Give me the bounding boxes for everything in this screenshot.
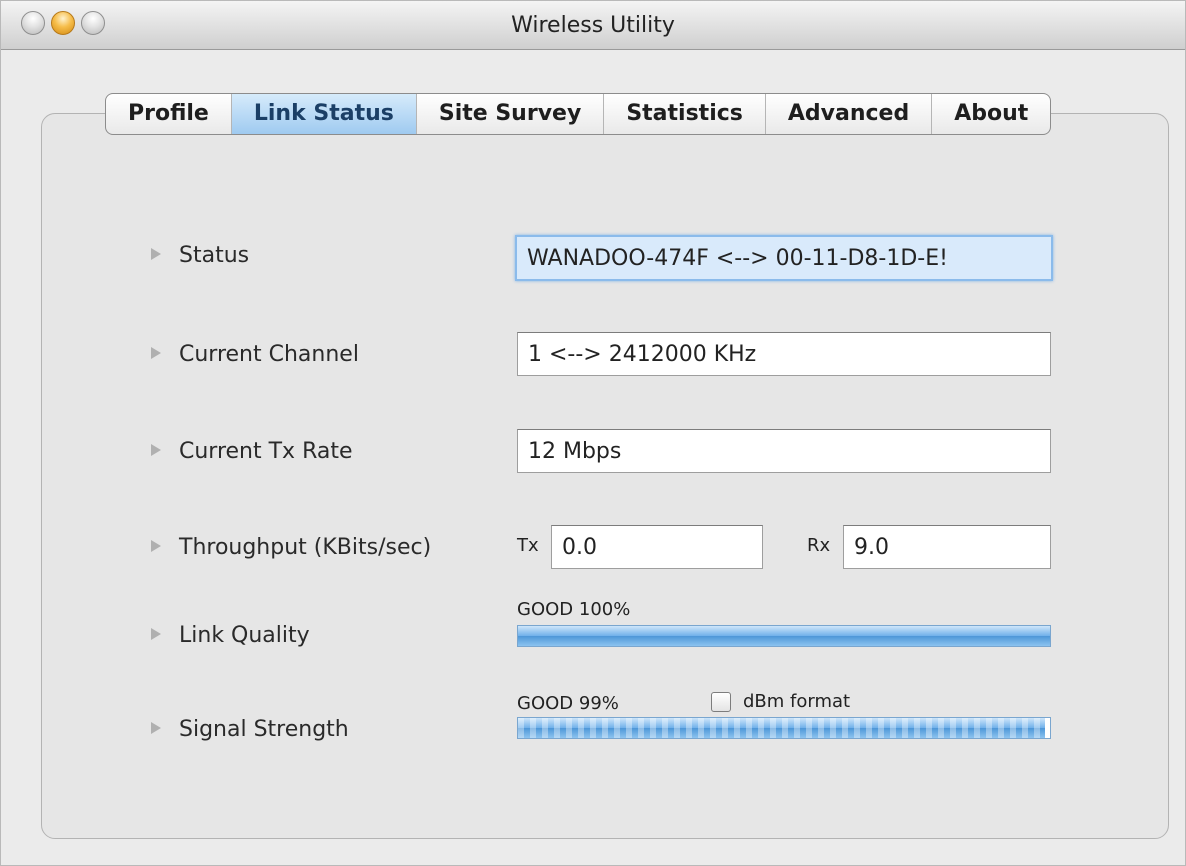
- dbm-format-checkbox[interactable]: [711, 692, 731, 712]
- link-quality-row-label: Link Quality: [151, 623, 310, 648]
- status-label: Status: [179, 243, 250, 268]
- tab-site-survey[interactable]: Site Survey: [417, 94, 605, 134]
- link-quality-bar-fill: [518, 626, 1050, 646]
- rx-label: Rx: [807, 535, 831, 556]
- disclosure-triangle-icon: [151, 347, 161, 359]
- disclosure-triangle-icon: [151, 248, 161, 260]
- wireless-utility-window: Wireless Utility Profile Link Status Sit…: [0, 0, 1186, 866]
- signal-strength-label: Signal Strength: [179, 717, 349, 742]
- disclosure-triangle-icon: [151, 444, 161, 456]
- link-quality-bar: [517, 625, 1051, 647]
- signal-strength-bar: [517, 717, 1051, 739]
- tx-rate-row-label: Current Tx Rate: [151, 439, 353, 464]
- channel-field[interactable]: 1 <--> 2412000 KHz: [517, 332, 1051, 376]
- disclosure-triangle-icon: [151, 628, 161, 640]
- throughput-label: Throughput (KBits/sec): [179, 535, 432, 560]
- rx-throughput-field[interactable]: 9.0: [843, 525, 1051, 569]
- tab-profile[interactable]: Profile: [106, 94, 232, 134]
- tx-rate-label: Current Tx Rate: [179, 439, 353, 464]
- channel-label: Current Channel: [179, 342, 359, 367]
- signal-strength-bar-fill: [518, 718, 1045, 738]
- window-title: Wireless Utility: [511, 13, 675, 38]
- tx-rate-field[interactable]: 12 Mbps: [517, 429, 1051, 473]
- signal-strength-row-label: Signal Strength: [151, 717, 349, 742]
- tab-advanced[interactable]: Advanced: [766, 94, 933, 134]
- tab-link-status[interactable]: Link Status: [231, 94, 417, 134]
- link-quality-label: Link Quality: [179, 623, 310, 648]
- link-quality-text: GOOD 100%: [517, 599, 631, 620]
- title-bar[interactable]: Wireless Utility: [1, 1, 1185, 50]
- status-field[interactable]: WANADOO-474F <--> 00-11-D8-1D-E!: [515, 235, 1053, 281]
- tx-label: Tx: [517, 535, 539, 556]
- tab-bar: Profile Link Status Site Survey Statisti…: [105, 93, 1052, 135]
- dbm-format-label[interactable]: dBm format: [743, 691, 850, 712]
- throughput-row-label: Throughput (KBits/sec): [151, 535, 431, 560]
- tab-statistics[interactable]: Statistics: [604, 94, 766, 134]
- disclosure-triangle-icon: [151, 722, 161, 734]
- channel-row-label: Current Channel: [151, 342, 359, 367]
- status-row-label: Status: [151, 243, 249, 268]
- tx-throughput-field[interactable]: 0.0: [551, 525, 763, 569]
- tab-about[interactable]: About: [932, 94, 1050, 134]
- signal-strength-text: GOOD 99%: [517, 693, 619, 714]
- disclosure-triangle-icon: [151, 540, 161, 552]
